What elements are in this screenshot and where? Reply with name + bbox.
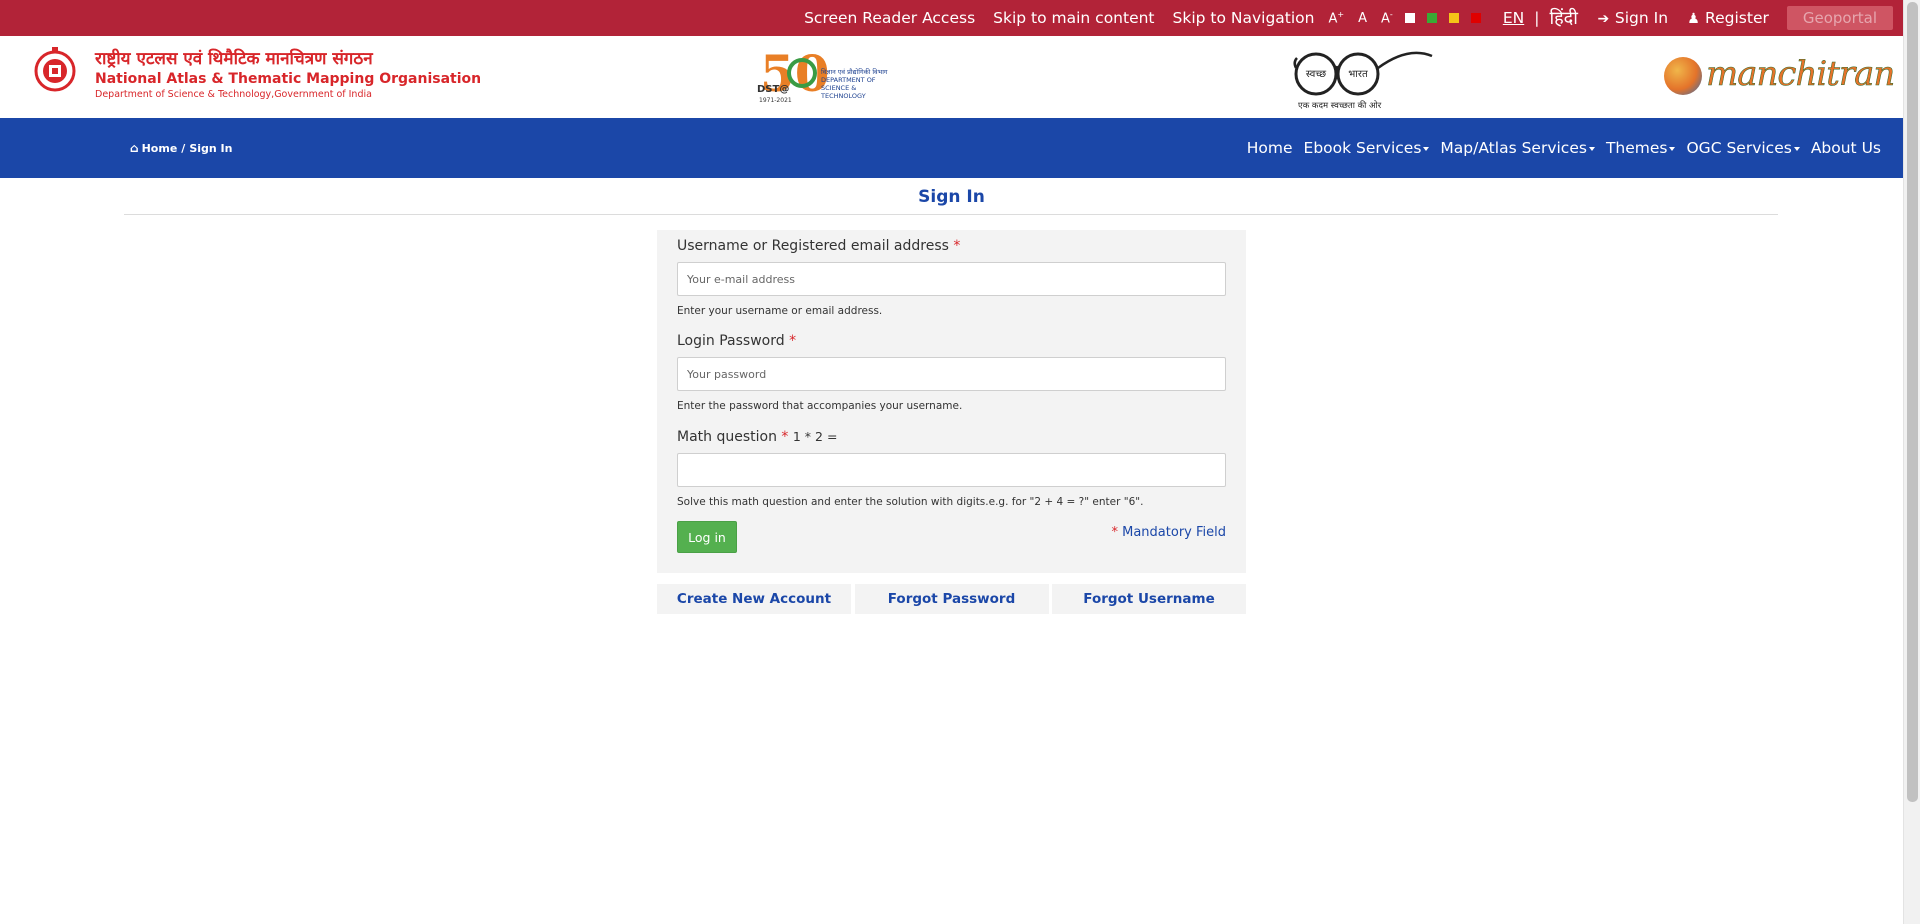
nav-item-map-atlas-services-label: Map/Atlas Services xyxy=(1440,139,1587,157)
swachh-bharat-caption: एक कदम स्वच्छता की ओर xyxy=(1298,101,1382,111)
password-label: Login Password * xyxy=(677,333,796,349)
dst-50-logo: 50 DST@ 1971-2021 विज्ञान एवं प्रौद्योगि… xyxy=(757,46,888,110)
dst-emblem-ring xyxy=(787,58,817,88)
site-header: राष्ट्रीय एटलस एवं थिमैटिक मानचित्रण संग… xyxy=(0,36,1903,118)
language-separator: | xyxy=(1534,9,1540,27)
username-input[interactable] xyxy=(677,262,1226,296)
swachh-left-word: स्वच्छ xyxy=(1306,69,1326,80)
account-links: Create New Account Forgot Password Forgo… xyxy=(657,584,1246,614)
natmo-emblem-logo[interactable] xyxy=(32,46,78,92)
mandatory-field-note: * Mandatory Field xyxy=(1111,525,1226,540)
nav-item-ogc-services[interactable]: OGC Services xyxy=(1686,139,1800,157)
nav-item-map-atlas-services[interactable]: Map/Atlas Services xyxy=(1440,139,1595,157)
nav-menu: Home Ebook Services Map/Atlas Services T… xyxy=(1236,118,1881,178)
nav-item-themes-label: Themes xyxy=(1605,139,1668,157)
skip-to-main-content-link[interactable]: Skip to main content xyxy=(993,9,1154,27)
required-marker: * xyxy=(1111,525,1118,540)
font-decrease-button[interactable]: A- xyxy=(1381,10,1393,26)
dst-prefix: DST@ xyxy=(757,84,790,95)
username-label-text: Username or Registered email address xyxy=(677,238,949,254)
required-marker: * xyxy=(789,333,797,349)
required-marker: * xyxy=(953,238,961,254)
caret-down-icon xyxy=(1793,146,1800,151)
screen-reader-access-link[interactable]: Screen Reader Access xyxy=(804,9,975,27)
theme-yellow-button[interactable] xyxy=(1448,13,1459,23)
vertical-scrollbar[interactable] xyxy=(1903,0,1920,924)
sign-in-icon: ➔ xyxy=(1597,11,1610,27)
username-label: Username or Registered email address * xyxy=(677,238,960,254)
breadcrumb-separator: / xyxy=(181,141,186,155)
scrollbar-thumb[interactable] xyxy=(1907,2,1918,802)
geoportal-button[interactable]: Geoportal xyxy=(1786,6,1893,30)
language-english-link[interactable]: EN xyxy=(1503,9,1524,27)
mandatory-field-text: Mandatory Field xyxy=(1122,525,1226,540)
nav-item-ebook-services-label: Ebook Services xyxy=(1303,139,1422,157)
page-title: Sign In xyxy=(918,187,985,207)
required-marker: * xyxy=(781,429,789,445)
dst-department-line2: SCIENCE & TECHNOLOGY xyxy=(821,84,866,100)
sign-in-link[interactable]: ➔ Sign In xyxy=(1596,9,1669,27)
caret-down-icon xyxy=(1669,146,1676,151)
globe-icon xyxy=(1664,57,1702,95)
nav-item-home[interactable]: Home xyxy=(1247,139,1293,157)
username-help-text: Enter your username or email address. xyxy=(677,305,883,317)
sign-in-label: Sign In xyxy=(1614,9,1669,27)
nav-item-ogc-services-label: OGC Services xyxy=(1686,139,1792,157)
breadcrumb-current: Sign In xyxy=(189,141,233,155)
password-input[interactable] xyxy=(677,357,1226,391)
math-help-text: Solve this math question and enter the s… xyxy=(677,496,1144,508)
skip-to-navigation-link[interactable]: Skip to Navigation xyxy=(1173,9,1315,27)
font-decrease-sup: - xyxy=(1389,9,1393,19)
dst-years: 1971-2021 xyxy=(759,97,792,104)
dst-department-line1: DEPARTMENT OF xyxy=(821,76,876,84)
math-label-text: Math question xyxy=(677,429,777,445)
dst-department-hindi: विज्ञान एवं प्रौद्योगिकी विभाग xyxy=(821,68,888,76)
sign-in-form: Username or Registered email address * E… xyxy=(657,230,1246,573)
password-label-text: Login Password xyxy=(677,333,785,349)
organisation-name-hindi: राष्ट्रीय एटलस एवं थिमैटिक मानचित्रण संग… xyxy=(95,49,373,69)
user-icon: ♟ xyxy=(1687,11,1700,27)
main-navigation-bar: ⌂ Home / Sign In Home Ebook Services Map… xyxy=(0,118,1903,178)
caret-down-icon xyxy=(1423,146,1430,151)
manchitran-wordmark: manchitran xyxy=(1706,54,1896,95)
font-increase-sup: + xyxy=(1337,9,1345,19)
forgot-password-link[interactable]: Forgot Password xyxy=(854,584,1049,614)
swachh-bharat-logo: स्वच्छ भारत एक कदम स्वच्छता की ओर xyxy=(1290,44,1440,114)
manchitran-logo[interactable]: manchitran xyxy=(1662,54,1896,100)
home-icon: ⌂ xyxy=(130,141,139,155)
language-hindi-link[interactable]: हिंदी xyxy=(1549,6,1577,30)
register-label: Register xyxy=(1705,9,1769,27)
theme-red-button[interactable] xyxy=(1470,13,1481,23)
breadcrumb-home-link[interactable]: Home xyxy=(142,142,178,155)
password-help-text: Enter the password that accompanies your… xyxy=(677,400,963,412)
register-link[interactable]: ♟ Register xyxy=(1686,9,1769,27)
dst-department-text: विज्ञान एवं प्रौद्योगिकी विभाग DEPARTMEN… xyxy=(821,68,891,100)
forgot-username-link[interactable]: Forgot Username xyxy=(1052,584,1246,614)
math-question-label: Math question * 1 * 2 = xyxy=(677,429,837,445)
theme-white-button[interactable] xyxy=(1404,13,1415,23)
math-question-text: 1 * 2 = xyxy=(792,429,838,444)
organisation-name-block[interactable]: राष्ट्रीय एटलस एवं थिमैटिक मानचित्रण संग… xyxy=(95,48,481,102)
nav-item-ebook-services[interactable]: Ebook Services xyxy=(1304,139,1430,157)
math-answer-input[interactable] xyxy=(677,453,1226,487)
breadcrumb: ⌂ Home / Sign In xyxy=(130,118,232,178)
swachh-right-word: भारत xyxy=(1348,69,1368,80)
nav-item-themes[interactable]: Themes xyxy=(1606,139,1676,157)
create-new-account-link[interactable]: Create New Account xyxy=(657,584,851,614)
department-name: Department of Science & Technology,Gover… xyxy=(95,89,372,100)
swachh-bharat-spectacles-icon: स्वच्छ भारत xyxy=(1293,51,1433,96)
font-decrease-label: A xyxy=(1381,11,1390,27)
organisation-name-english: National Atlas & Thematic Mapping Organi… xyxy=(95,71,482,87)
title-divider xyxy=(124,214,1778,215)
top-utility-bar: Screen Reader Access Skip to main conten… xyxy=(0,0,1903,36)
log-in-button[interactable]: Log in xyxy=(677,521,737,553)
caret-down-icon xyxy=(1588,146,1595,151)
theme-green-button[interactable] xyxy=(1426,13,1437,23)
font-normal-button[interactable]: A xyxy=(1358,11,1367,26)
top-utility-links: Screen Reader Access Skip to main conten… xyxy=(786,0,1893,36)
nav-item-about-us[interactable]: About Us xyxy=(1811,139,1881,157)
font-increase-button[interactable]: A+ xyxy=(1329,10,1345,26)
